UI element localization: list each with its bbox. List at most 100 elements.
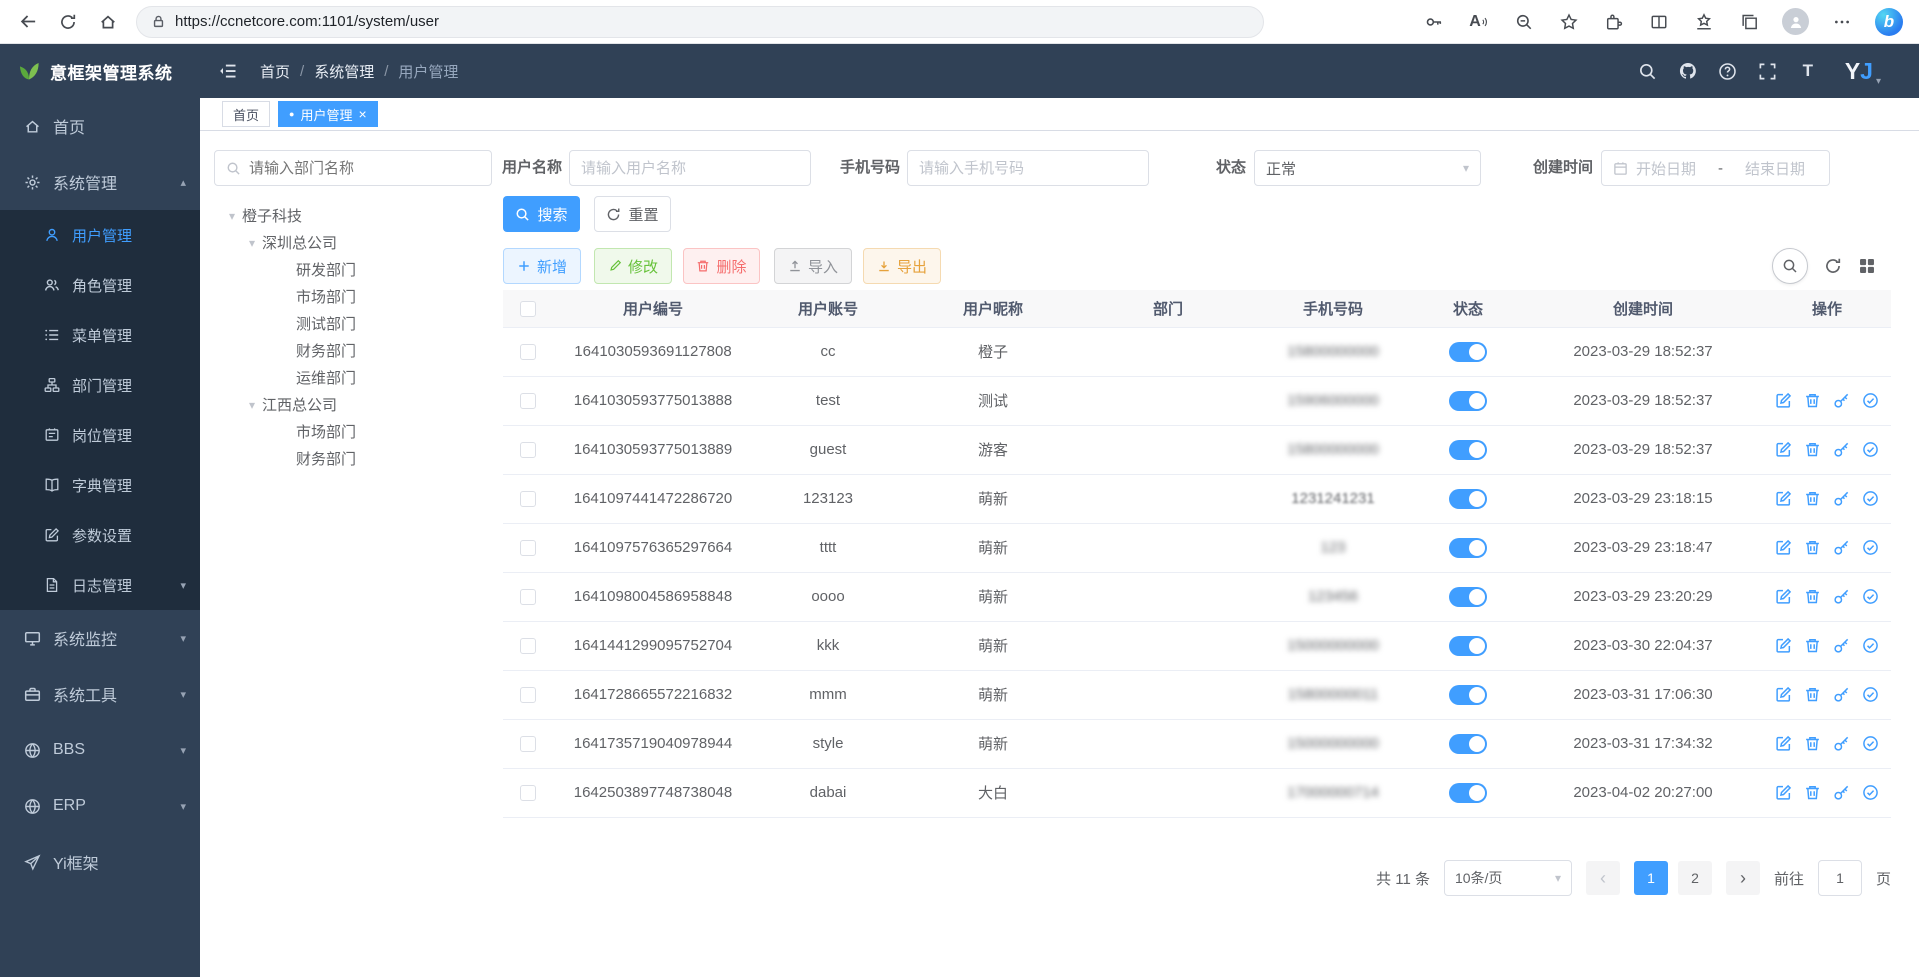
sidebar-item-dict-mgmt[interactable]: 字典管理 (0, 460, 200, 510)
fullscreen-icon[interactable] (1757, 60, 1779, 82)
page-button-1[interactable]: 1 (1634, 861, 1668, 895)
browser-home-icon[interactable] (90, 5, 126, 39)
tree-node[interactable]: 财务部门 (214, 337, 492, 364)
date-start-placeholder[interactable]: 开始日期 (1636, 158, 1696, 179)
reset-button[interactable]: 重置 (594, 196, 671, 232)
reset-password-icon[interactable] (1833, 686, 1850, 703)
status-toggle[interactable] (1449, 734, 1487, 754)
row-checkbox[interactable] (520, 540, 536, 556)
assign-role-icon[interactable] (1862, 588, 1879, 605)
assign-role-icon[interactable] (1862, 637, 1879, 654)
row-checkbox[interactable] (520, 344, 536, 360)
reset-password-icon[interactable] (1833, 392, 1850, 409)
tree-node[interactable]: 测试部门 (214, 310, 492, 337)
sidebar-item-post-mgmt[interactable]: 岗位管理 (0, 410, 200, 460)
row-checkbox[interactable] (520, 736, 536, 752)
sidebar-toggle-icon[interactable] (218, 61, 238, 81)
delete-icon[interactable] (1804, 686, 1821, 703)
reset-password-icon[interactable] (1833, 784, 1850, 801)
delete-icon[interactable] (1804, 588, 1821, 605)
github-icon[interactable] (1677, 60, 1699, 82)
assign-role-icon[interactable] (1862, 686, 1879, 703)
row-checkbox[interactable] (520, 589, 536, 605)
password-key-icon[interactable] (1422, 5, 1446, 39)
caret-down-icon[interactable]: ▾ (242, 236, 262, 250)
close-icon[interactable]: × (358, 107, 366, 121)
add-button[interactable]: 新增 (503, 248, 581, 284)
favorite-star-icon[interactable] (1557, 5, 1581, 39)
delete-icon[interactable] (1804, 441, 1821, 458)
row-checkbox[interactable] (520, 442, 536, 458)
sidebar-item-dept-mgmt[interactable]: 部门管理 (0, 360, 200, 410)
status-toggle[interactable] (1449, 489, 1487, 509)
search-icon[interactable] (1637, 60, 1659, 82)
edit-icon[interactable] (1775, 637, 1792, 654)
refresh-page-icon[interactable] (50, 5, 86, 39)
extensions-icon[interactable] (1602, 5, 1626, 39)
delete-icon[interactable] (1804, 539, 1821, 556)
edit-icon[interactable] (1775, 735, 1792, 752)
sidebar-item-params[interactable]: 参数设置 (0, 510, 200, 560)
font-size-icon[interactable]: T (1797, 60, 1819, 82)
status-toggle[interactable] (1449, 391, 1487, 411)
sidebar-item-system[interactable]: 系统管理 ▴ (0, 154, 200, 210)
tab-home[interactable]: 首页 (222, 101, 270, 127)
status-toggle[interactable] (1449, 538, 1487, 558)
profile-avatar[interactable] (1782, 8, 1809, 35)
reset-password-icon[interactable] (1833, 735, 1850, 752)
collections-icon[interactable] (1737, 5, 1761, 39)
split-screen-icon[interactable] (1647, 5, 1671, 39)
user-logo[interactable]: Y J ▾ (1845, 60, 1881, 83)
phone-input[interactable] (919, 160, 1137, 177)
sidebar-item-erp[interactable]: ERP ▾ (0, 778, 200, 834)
edit-icon[interactable] (1775, 539, 1792, 556)
favorites-bar-icon[interactable] (1692, 5, 1716, 39)
reset-password-icon[interactable] (1833, 637, 1850, 654)
delete-icon[interactable] (1804, 735, 1821, 752)
page-button-2[interactable]: 2 (1678, 861, 1712, 895)
delete-icon[interactable] (1804, 784, 1821, 801)
assign-role-icon[interactable] (1862, 784, 1879, 801)
modify-button[interactable]: 修改 (594, 248, 672, 284)
tree-node[interactable]: 市场部门 (214, 418, 492, 445)
status-select[interactable]: 正常 ▾ (1254, 150, 1481, 186)
goto-page-input[interactable] (1818, 860, 1862, 896)
date-end-placeholder[interactable]: 结束日期 (1745, 158, 1805, 179)
toggle-search-icon[interactable] (1772, 248, 1808, 284)
delete-button[interactable]: 删除 (683, 248, 760, 284)
status-toggle[interactable] (1449, 342, 1487, 362)
column-settings-icon[interactable] (1858, 257, 1876, 275)
username-field[interactable] (569, 150, 811, 186)
status-toggle[interactable] (1449, 685, 1487, 705)
import-button[interactable]: 导入 (774, 248, 852, 284)
row-checkbox[interactable] (520, 687, 536, 703)
next-page-button[interactable]: › (1726, 861, 1760, 895)
row-checkbox[interactable] (520, 491, 536, 507)
edit-icon[interactable] (1775, 441, 1792, 458)
tree-node[interactable]: 运维部门 (214, 364, 492, 391)
select-all-checkbox[interactable] (520, 301, 536, 317)
row-checkbox[interactable] (520, 393, 536, 409)
tree-node[interactable]: 财务部门 (214, 445, 492, 472)
reset-password-icon[interactable] (1833, 441, 1850, 458)
read-aloud-icon[interactable]: A (1467, 5, 1491, 39)
edit-icon[interactable] (1775, 686, 1792, 703)
export-button[interactable]: 导出 (863, 248, 941, 284)
delete-icon[interactable] (1804, 490, 1821, 507)
search-button[interactable]: 搜索 (503, 196, 580, 232)
date-range-picker[interactable]: 开始日期 - 结束日期 (1601, 150, 1830, 186)
caret-down-icon[interactable]: ▾ (222, 209, 242, 223)
delete-icon[interactable] (1804, 392, 1821, 409)
zoom-out-icon[interactable] (1512, 5, 1536, 39)
status-toggle[interactable] (1449, 783, 1487, 803)
reset-password-icon[interactable] (1833, 490, 1850, 507)
phone-field[interactable] (907, 150, 1149, 186)
row-checkbox[interactable] (520, 638, 536, 654)
sidebar-item-home[interactable]: 首页 (0, 98, 200, 154)
delete-icon[interactable] (1804, 637, 1821, 654)
reset-password-icon[interactable] (1833, 539, 1850, 556)
assign-role-icon[interactable] (1862, 735, 1879, 752)
edit-icon[interactable] (1775, 490, 1792, 507)
sidebar-item-menu-mgmt[interactable]: 菜单管理 (0, 310, 200, 360)
tree-node[interactable]: 研发部门 (214, 256, 492, 283)
